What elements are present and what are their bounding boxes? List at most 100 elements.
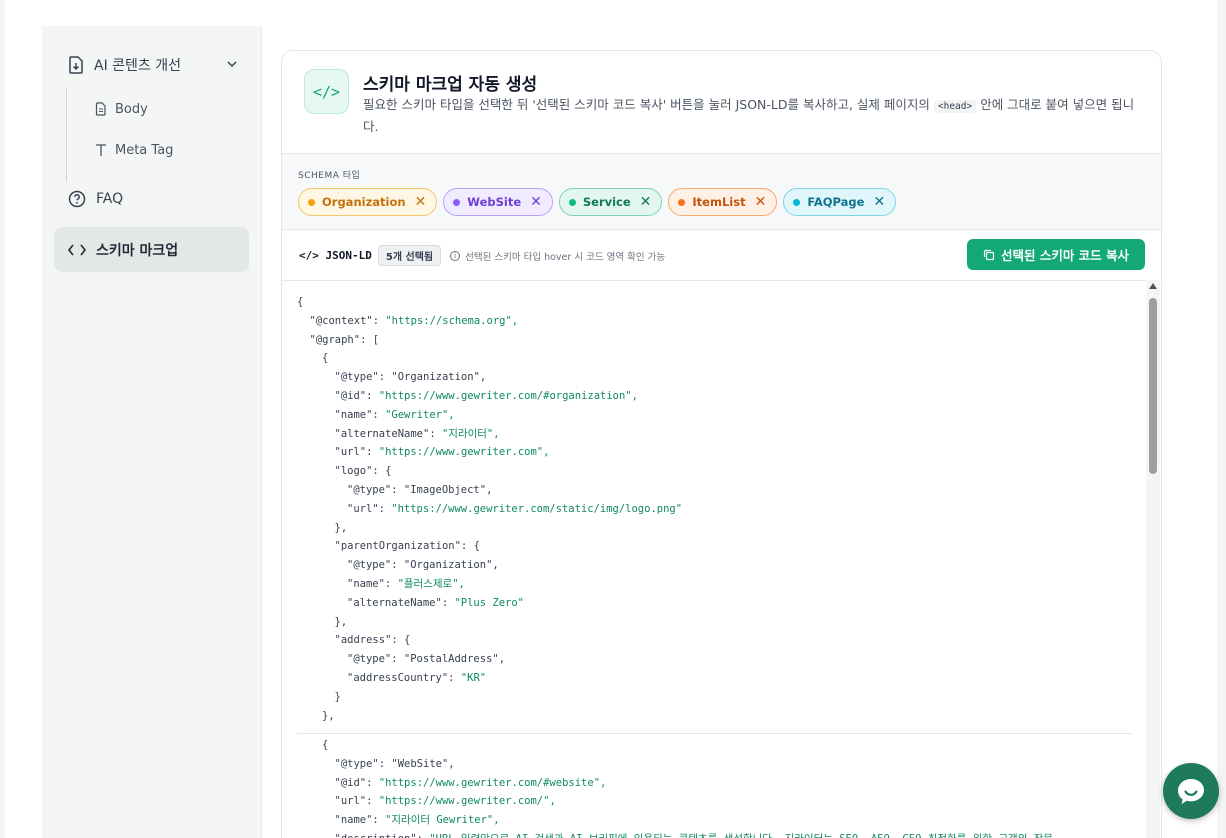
remove-tag-icon[interactable]: ✕ bbox=[640, 194, 652, 210]
code-string: "Gewriter", bbox=[385, 408, 455, 421]
selected-count-badge: 5개 선택됨 bbox=[377, 245, 442, 266]
code-token: "url": bbox=[347, 502, 392, 515]
tag-label: Organization bbox=[322, 195, 406, 209]
hover-hint: i 선택된 스키마 타입 hover 시 코드 영역 확인 가능 bbox=[450, 249, 665, 263]
copy-schema-label: 선택된 스키마 코드 복사 bbox=[1000, 248, 1130, 263]
sidebar-item-body[interactable]: Body bbox=[95, 99, 148, 119]
document-icon bbox=[95, 102, 106, 116]
scroll-up-arrow-icon[interactable] bbox=[1149, 283, 1157, 289]
code-token: "addressCountry": bbox=[347, 671, 461, 684]
sidebar-item-faq[interactable]: FAQ bbox=[68, 188, 123, 210]
question-circle-icon bbox=[68, 190, 86, 208]
copy-schema-button[interactable]: 선택된 스키마 코드 복사 bbox=[967, 239, 1145, 270]
scroll-thumb[interactable] bbox=[1149, 298, 1157, 474]
code-line: "@id": "https://www.gewriter.com/#organi… bbox=[297, 387, 1137, 406]
code-line: "name": "Gewriter", bbox=[297, 406, 1137, 425]
code-line: "@type": "Organization", bbox=[297, 368, 1137, 387]
code-string: "https://www.gewriter.com/", bbox=[378, 795, 556, 808]
code-token: "@type": "Organization", bbox=[347, 559, 499, 572]
code-line: "url": "https://www.gewriter.com", bbox=[297, 443, 1137, 462]
code-line: "url": "https://www.gewriter.com/static/… bbox=[297, 500, 1137, 519]
tag-color-dot bbox=[793, 198, 801, 206]
code-line: "@graph": [ bbox=[297, 331, 1137, 350]
remove-tag-icon[interactable]: ✕ bbox=[530, 194, 542, 210]
code-line: "@id": "https://www.gewriter.com/#websit… bbox=[297, 774, 1137, 793]
tag-color-dot bbox=[568, 198, 576, 206]
code-string: "https://www.gewriter.com/#organization"… bbox=[378, 389, 638, 402]
code-block-website: {"@type": "WebSite", "@id": "https://www.… bbox=[297, 736, 1137, 838]
code-token: }, bbox=[334, 521, 348, 534]
code-line: } bbox=[297, 688, 1137, 707]
info-icon: i bbox=[450, 250, 461, 261]
code-block-organization: {"@context": "https://schema.org", "@grap… bbox=[297, 293, 1137, 725]
code-line: "name": "플러스제로", bbox=[297, 575, 1137, 594]
chat-icon bbox=[1178, 779, 1204, 804]
remove-tag-icon[interactable]: ✕ bbox=[873, 194, 885, 210]
code-string: "Plus Zero" bbox=[454, 596, 525, 609]
code-token: "url": bbox=[334, 795, 379, 808]
code-line: "alternateName": "Plus Zero" bbox=[297, 594, 1137, 613]
sidebar-item-meta-tag[interactable]: Meta Tag bbox=[95, 140, 173, 160]
tag-label: Service bbox=[582, 195, 631, 209]
sidebar-item-label: 스키마 마크업 bbox=[96, 242, 179, 259]
page-description: 필요한 스키마 타입을 선택한 뒤 '선택된 스키마 코드 복사' 버튼을 눌러… bbox=[363, 95, 1141, 137]
code-line: "name": "지라이터 Gewriter", bbox=[297, 811, 1137, 830]
schema-tag-website[interactable]: WebSite ✕ bbox=[443, 188, 553, 216]
text-icon bbox=[96, 144, 106, 156]
json-ld-toolbar: </> JSON-LD 5개 선택됨 i 선택된 스키마 타입 hover 시 코… bbox=[282, 230, 1161, 281]
chevron-down-icon[interactable] bbox=[226, 58, 238, 70]
code-token: "@graph": [ bbox=[309, 333, 380, 346]
code-token: "@type": "PostalAddress", bbox=[347, 653, 506, 666]
code-line: }, bbox=[297, 519, 1137, 538]
remove-tag-icon[interactable]: ✕ bbox=[755, 194, 767, 210]
schema-panel: </> 스키마 마크업 자동 생성 필요한 스키마 타입을 선택한 뒤 '선택된… bbox=[281, 50, 1162, 838]
code-line: "@type": "Organization", bbox=[297, 556, 1137, 575]
code-line: "logo": { bbox=[297, 462, 1137, 481]
tag-color-dot bbox=[308, 198, 315, 206]
code-token: }, bbox=[334, 615, 348, 628]
code-string: "https://www.gewriter.com", bbox=[378, 446, 550, 459]
code-string: "https://www.gewriter.com/#website", bbox=[378, 776, 607, 789]
code-view[interactable]: {"@context": "https://schema.org", "@grap… bbox=[282, 281, 1148, 838]
code-line: "alternateName": "지라이터", bbox=[297, 425, 1137, 444]
code-token: "@type": "Organization", bbox=[334, 371, 487, 384]
page: AI 콘텐츠 개선 Body Meta Tag FAQ 스키마 마크업 </> … bbox=[5, 0, 1217, 838]
schema-tag-organization[interactable]: Organization ✕ bbox=[298, 188, 438, 216]
code-line: { bbox=[297, 293, 1137, 312]
schema-tag-faqpage[interactable]: FAQPage ✕ bbox=[783, 188, 897, 216]
remove-tag-icon[interactable]: ✕ bbox=[415, 194, 427, 210]
code-string: "플러스제로", bbox=[397, 577, 465, 590]
schema-tag-service[interactable]: Service ✕ bbox=[558, 188, 663, 216]
schema-tag-itemlist[interactable]: ItemList ✕ bbox=[668, 188, 778, 216]
code-token: "name": bbox=[334, 814, 386, 827]
code-line: }, bbox=[297, 707, 1137, 726]
code-token: }, bbox=[322, 709, 335, 722]
code-string: "https://www.gewriter.com/static/img/log… bbox=[391, 502, 683, 515]
code-token: "alternateName": bbox=[347, 596, 455, 609]
code-string: "지라이터 Gewriter", bbox=[385, 814, 500, 827]
hover-hint-text: 선택된 스키마 타입 hover 시 코드 영역 확인 가능 bbox=[465, 251, 666, 263]
code-block-separator bbox=[297, 733, 1133, 734]
code-line: "@context": "https://schema.org", bbox=[297, 312, 1137, 331]
sidebar-item-schema-markup[interactable]: 스키마 마크업 bbox=[54, 227, 249, 272]
code-token: "@id": bbox=[334, 389, 379, 402]
sidebar-group-ai-content[interactable]: AI 콘텐츠 개선 bbox=[68, 54, 238, 76]
tag-label: WebSite bbox=[467, 195, 522, 209]
copy-icon bbox=[983, 249, 995, 260]
code-token: "logo": { bbox=[334, 465, 392, 478]
code-line: "address": { bbox=[297, 631, 1137, 650]
code-line: "addressCountry": "KR" bbox=[297, 669, 1137, 688]
chat-button[interactable] bbox=[1163, 763, 1219, 819]
code-scrollbar[interactable] bbox=[1146, 280, 1160, 838]
tag-color-dot bbox=[678, 198, 686, 206]
tag-label: ItemList bbox=[692, 195, 746, 209]
code-token: "parentOrganization": { bbox=[334, 540, 480, 553]
schema-type-label: SCHEMA 타입 bbox=[298, 171, 361, 181]
code-line: "parentOrganization": { bbox=[297, 537, 1137, 556]
code-token: "url": bbox=[334, 446, 379, 459]
code-token: "name": bbox=[334, 408, 386, 421]
code-string: "지라이터", bbox=[441, 427, 500, 440]
code-token: { bbox=[322, 352, 329, 365]
code-token: { bbox=[322, 739, 329, 751]
schema-type-section: SCHEMA 타입 Organization ✕ WebSite ✕ Service ✕ I… bbox=[282, 154, 1161, 230]
